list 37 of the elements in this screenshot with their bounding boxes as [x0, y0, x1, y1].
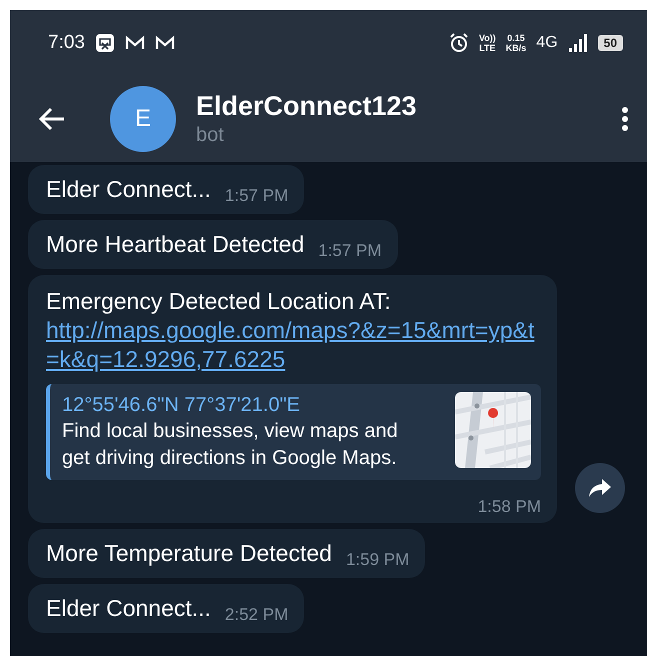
message-text: Elder Connect... [46, 175, 211, 204]
message-time: 2:52 PM [224, 604, 288, 626]
message-time: 1:58 PM [478, 497, 541, 516]
network-speed: 0.15 KB/s [506, 32, 526, 52]
message-bubble[interactable]: More Temperature Detected 1:59 PM [28, 529, 426, 578]
more-options-icon [621, 106, 629, 132]
message-text: Emergency Detected Location AT: [46, 288, 391, 314]
link-preview[interactable]: 12°55'46.6"N 77°37'21.0"E Find local businesses, view maps and get driving directions in Google Maps. [46, 384, 541, 480]
message-text: More Temperature Detected [46, 539, 332, 568]
message-text: Elder Connect... [46, 594, 211, 623]
status-time: 7:03 [48, 32, 85, 54]
message-text: More Heartbeat Detected [46, 230, 304, 259]
message-time: 1:59 PM [346, 549, 410, 571]
preview-title: 12°55'46.6"N 77°37'21.0"E [62, 393, 302, 418]
screenshot-icon [94, 32, 115, 52]
volte-indicator: Vo)) LTE [478, 32, 496, 52]
back-button[interactable] [38, 106, 66, 130]
chat-subtitle: bot [196, 122, 225, 148]
menu-button[interactable] [621, 106, 629, 132]
chat-title: ElderConnect123 [196, 90, 418, 122]
back-arrow-icon [38, 106, 66, 130]
message-bubble[interactable]: More Heartbeat Detected 1:57 PM [28, 220, 398, 269]
preview-description: Find local businesses, view maps and get driving directions in Google Maps. [62, 419, 399, 471]
mail-icon [154, 34, 175, 50]
message-time: 1:57 PM [318, 240, 382, 262]
battery-indicator: 50 [598, 34, 623, 50]
alarm-icon [448, 32, 469, 52]
share-button[interactable] [575, 463, 625, 513]
map-link[interactable]: http://maps.google.com/maps?&z=15&mrt=yp&t=k&q=12.9296,77.6225 [46, 316, 541, 374]
message-time: 1:57 PM [224, 185, 288, 207]
message-bubble[interactable]: Elder Connect... 1:57 PM [28, 165, 304, 214]
message-bubble[interactable] [28, 275, 557, 523]
signal-icon [568, 34, 588, 52]
share-icon [588, 478, 612, 498]
message-bubble[interactable]: Elder Connect... 2:52 PM [28, 584, 304, 633]
network-type: 4G [536, 34, 558, 52]
mail-icon [124, 34, 145, 50]
